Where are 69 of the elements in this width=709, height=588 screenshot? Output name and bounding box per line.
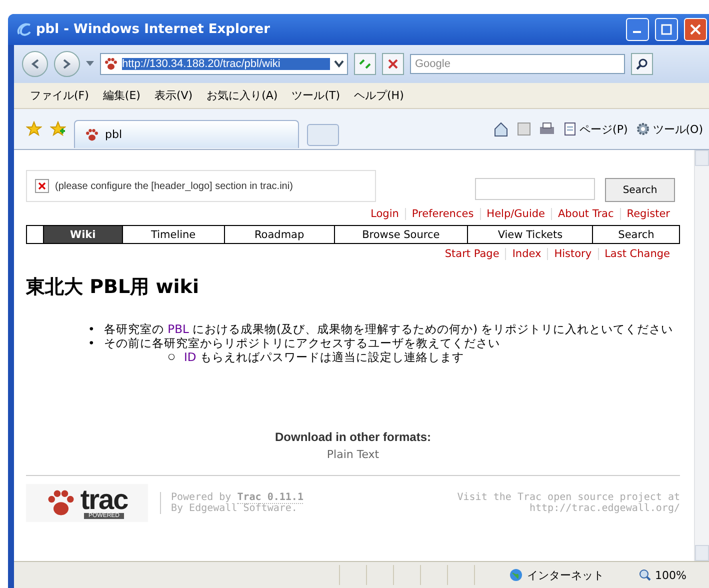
search-icon (636, 58, 648, 70)
list-item-text: ID もらえればパスワードは適当に設定し連絡します (184, 350, 465, 364)
page-heading: 東北大 PBL用 wiki (26, 275, 200, 300)
context-nav-link[interactable]: Start Page (438, 248, 506, 260)
add-favorite-icon[interactable] (50, 121, 66, 137)
meta-nav-link[interactable]: Preferences (404, 208, 480, 220)
browser-logo-icon (16, 22, 32, 38)
zoom-control[interactable]: 100% (639, 568, 709, 582)
minimize-button[interactable] (626, 18, 649, 41)
refresh-button[interactable] (354, 53, 376, 75)
command-menu[interactable]: ツール(O) (636, 122, 703, 136)
context-nav-link[interactable]: Index (505, 248, 548, 260)
home-icon[interactable] (492, 121, 509, 137)
nav-tab[interactable]: Wiki (43, 226, 122, 243)
search-field[interactable]: Google (410, 54, 625, 74)
stop-button[interactable] (382, 53, 404, 75)
printer-icon[interactable] (538, 122, 555, 136)
powered-by-text: Powered by Trac 0.11.1 (171, 492, 304, 503)
meta-nav-link[interactable]: Help/Guide (480, 208, 551, 220)
list-item-text: 各研究室の PBL における成果物(及び、成果物を理解するための何か) をリポジトリに入れといてください (104, 322, 674, 336)
context-nav-link[interactable]: Last Change (598, 248, 676, 260)
magnifier-icon (639, 569, 651, 581)
close-icon (690, 24, 701, 35)
back-button[interactable] (22, 51, 48, 77)
page-icon (562, 122, 577, 136)
close-button[interactable] (684, 18, 707, 41)
browser-tab[interactable]: pbl (74, 120, 299, 148)
project-url: http://trac.edgewall.org/ (528, 503, 680, 514)
bullet-marker: ○ (168, 351, 176, 363)
bullet-marker: • (88, 336, 96, 350)
window-title: pbl - Windows Internet Explorer (36, 22, 272, 37)
star-icon[interactable] (26, 121, 42, 137)
menu-item[interactable]: ヘルプ(H) (354, 88, 404, 103)
search-button[interactable] (631, 53, 653, 75)
list-item-text: その前に各研究室からリポジトリにアクセスするユーザを教えてください (104, 336, 501, 350)
zone-indicator: インターネット (509, 568, 639, 582)
feed-icon[interactable] (516, 122, 531, 136)
paw-icon (85, 128, 99, 142)
caret-icon[interactable] (334, 60, 344, 68)
broken-image-icon (35, 179, 49, 193)
wiki-search-field[interactable] (475, 178, 595, 200)
address-field[interactable]: http://130.34.188.20/trac/pbl/wiki (100, 53, 348, 75)
maximize-button[interactable] (655, 18, 678, 41)
meta-nav-link[interactable]: Login (364, 208, 405, 220)
menu-item[interactable]: ファイル(F) (30, 88, 89, 103)
download-link[interactable]: Plain Text (326, 448, 380, 461)
stop-icon (388, 59, 398, 69)
meta-nav-link[interactable]: Register (620, 208, 676, 220)
globe-icon (509, 568, 523, 582)
nav-tab[interactable]: View Tickets (467, 226, 592, 243)
refresh-icon (358, 58, 372, 70)
forward-button[interactable] (54, 51, 80, 77)
search-button[interactable]: Search (605, 178, 675, 202)
vendor-text: By Edgewall Software. (171, 503, 298, 514)
maximize-icon (661, 24, 672, 35)
meta-nav-link[interactable]: About Trac (550, 208, 620, 220)
bullet-marker: • (88, 322, 96, 336)
menu-item[interactable]: ツール(T) (292, 88, 340, 103)
context-nav-link[interactable]: History (547, 248, 598, 260)
command-menu[interactable]: ページ(P) (562, 122, 628, 136)
visit-text: Visit the Trac open source project at (457, 492, 680, 503)
paw-icon (104, 57, 118, 71)
menu-item[interactable]: お気に入り(A) (206, 88, 278, 103)
scrollbar[interactable] (694, 150, 709, 561)
menu-item[interactable]: 編集(E) (102, 88, 140, 103)
menu-item[interactable]: 表示(V) (154, 88, 193, 103)
missing-logo-notice: (please configure the [header_logo] section in trac.ini) (26, 170, 376, 202)
downloads-title: Download in other formats: (275, 430, 431, 444)
gear-icon (636, 122, 650, 136)
